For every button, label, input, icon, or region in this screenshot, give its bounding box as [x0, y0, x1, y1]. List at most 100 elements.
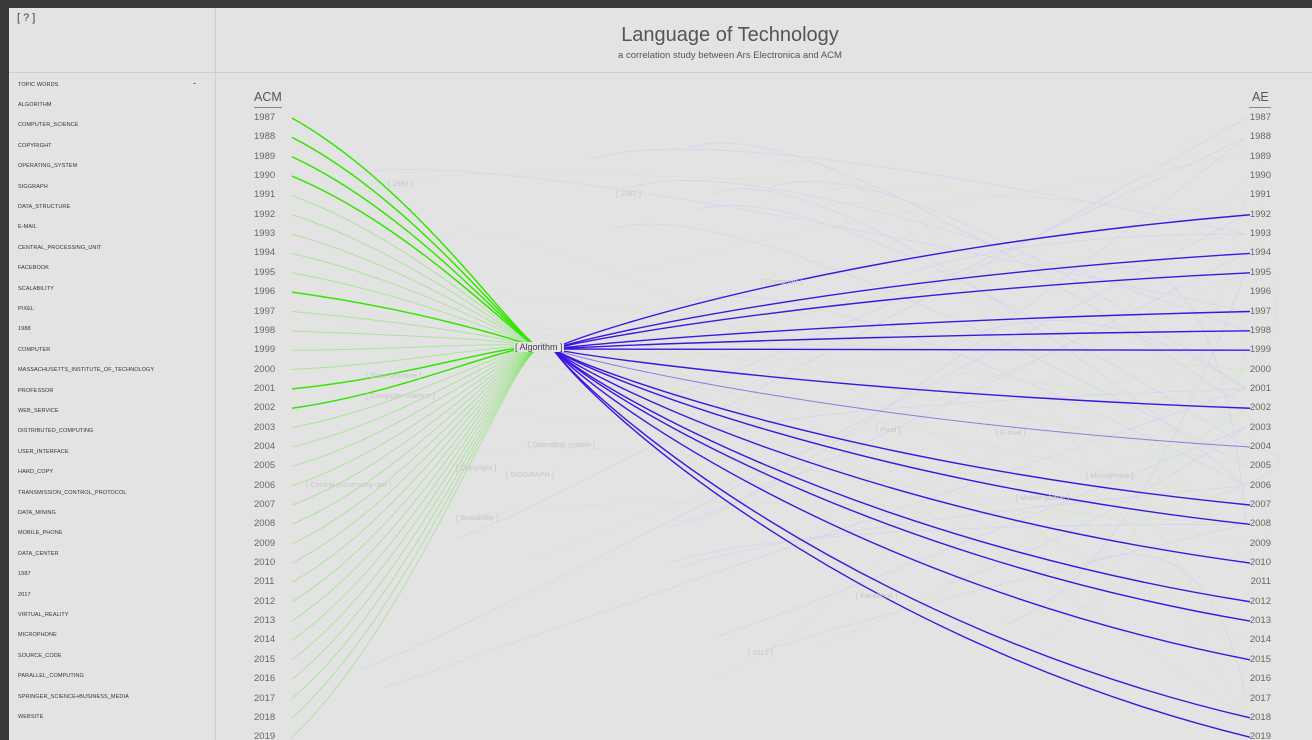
ae-link-1999[interactable] — [552, 348, 1251, 351]
focus-topic-label[interactable]: [ Algorithm ] — [514, 342, 564, 352]
ae-year-2000[interactable]: 2000 — [1241, 364, 1271, 375]
topic-item-parallel-computing[interactable]: PARALLEL_COMPUTING — [18, 673, 84, 679]
ae-year-1998[interactable]: 1998 — [1241, 325, 1271, 336]
acm-year-2014[interactable]: 2014 — [254, 634, 284, 645]
topic-item-1987[interactable]: 1987 — [18, 571, 31, 577]
acm-year-1992[interactable]: 1992 — [254, 209, 284, 220]
ae-year-1993[interactable]: 1993 — [1241, 228, 1271, 239]
acm-year-1990[interactable]: 1990 — [254, 170, 284, 181]
acm-year-2015[interactable]: 2015 — [254, 654, 284, 665]
topic-item-data-structure[interactable]: DATA_STRUCTURE — [18, 204, 70, 210]
topic-item-virtual-reality[interactable]: VIRTUAL_REALITY — [18, 612, 69, 618]
acm-year-1999[interactable]: 1999 — [254, 344, 284, 355]
acm-year-2012[interactable]: 2012 — [254, 596, 284, 607]
ae-year-1995[interactable]: 1995 — [1241, 267, 1271, 278]
acm-year-1994[interactable]: 1994 — [254, 247, 284, 258]
topic-item-massachusetts-institute-of-technology[interactable]: MASSACHUSETTS_INSTITUTE_OF_TECHNOLOGY — [18, 367, 154, 373]
acm-link-1995[interactable] — [291, 272, 542, 350]
topic-item-professor[interactable]: PROFESSOR — [18, 388, 53, 394]
topic-item-siggraph[interactable]: SIGGRAPH — [18, 184, 48, 190]
topic-item-web-service[interactable]: WEB_SERVICE — [18, 408, 59, 414]
ae-year-2002[interactable]: 2002 — [1241, 402, 1271, 413]
acm-year-1995[interactable]: 1995 — [254, 267, 284, 278]
acm-year-1987[interactable]: 1987 — [254, 112, 284, 123]
acm-year-2007[interactable]: 2007 — [254, 499, 284, 510]
ae-year-2011[interactable]: 2011 — [1241, 576, 1271, 587]
ae-year-1999[interactable]: 1999 — [1241, 344, 1271, 355]
ae-year-2014[interactable]: 2014 — [1241, 634, 1271, 645]
acm-year-1993[interactable]: 1993 — [254, 228, 284, 239]
topic-item-facebook[interactable]: FACEBOOK — [18, 265, 49, 271]
topic-item-copyright[interactable]: COPYRIGHT — [18, 143, 52, 149]
ae-year-2008[interactable]: 2008 — [1241, 518, 1271, 529]
ae-year-1990[interactable]: 1990 — [1241, 170, 1271, 181]
ae-year-1988[interactable]: 1988 — [1241, 131, 1271, 142]
topic-item-user-interface[interactable]: USER_INTERFACE — [18, 449, 69, 455]
ae-year-2013[interactable]: 2013 — [1241, 615, 1271, 626]
ae-year-2005[interactable]: 2005 — [1241, 460, 1271, 471]
ae-link-2015[interactable] — [552, 348, 1251, 661]
acm-link-2011[interactable] — [291, 348, 542, 583]
ae-year-1994[interactable]: 1994 — [1241, 247, 1271, 258]
topic-item-central-processing-unit[interactable]: CENTRAL_PROCESSING_UNIT — [18, 245, 102, 251]
ae-link-1994[interactable] — [552, 252, 1251, 350]
ae-year-2015[interactable]: 2015 — [1241, 654, 1271, 665]
ae-year-2007[interactable]: 2007 — [1241, 499, 1271, 510]
acm-year-2016[interactable]: 2016 — [254, 673, 284, 684]
ae-year-1989[interactable]: 1989 — [1241, 151, 1271, 162]
topic-item-springer-science-business-media[interactable]: SPRINGER_SCIENCE+BUSINESS_MEDIA — [18, 694, 129, 700]
ae-link-1997[interactable] — [552, 310, 1251, 350]
acm-year-2004[interactable]: 2004 — [254, 441, 284, 452]
acm-year-2006[interactable]: 2006 — [254, 480, 284, 491]
ae-year-2019[interactable]: 2019 — [1241, 731, 1271, 740]
acm-year-2000[interactable]: 2000 — [254, 364, 284, 375]
acm-year-2018[interactable]: 2018 — [254, 712, 284, 723]
acm-year-2019[interactable]: 2019 — [254, 731, 284, 740]
acm-year-1988[interactable]: 1988 — [254, 131, 284, 142]
ae-year-1987[interactable]: 1987 — [1241, 112, 1271, 123]
acm-year-1996[interactable]: 1996 — [254, 286, 284, 297]
ae-year-2017[interactable]: 2017 — [1241, 693, 1271, 704]
topic-item-scalability[interactable]: SCALABILITY — [18, 286, 54, 292]
acm-year-2017[interactable]: 2017 — [254, 693, 284, 704]
topic-item-2017[interactable]: 2017 — [18, 592, 31, 598]
acm-year-2002[interactable]: 2002 — [254, 402, 284, 413]
ae-year-2006[interactable]: 2006 — [1241, 480, 1271, 491]
ae-year-2001[interactable]: 2001 — [1241, 383, 1271, 394]
topic-item-1988[interactable]: 1988 — [18, 326, 31, 332]
topic-list-header[interactable]: TOPIC WORDS — [18, 82, 58, 88]
topic-item-data-center[interactable]: DATA_CENTER — [18, 551, 59, 557]
acm-year-2010[interactable]: 2010 — [254, 557, 284, 568]
topic-item-e-mail[interactable]: E-MAIL — [18, 224, 37, 230]
acm-year-2005[interactable]: 2005 — [254, 460, 284, 471]
topic-item-algorithm[interactable]: ALGORITHM — [18, 102, 52, 108]
topic-item-hard-copy[interactable]: HARD_COPY — [18, 469, 53, 475]
collapse-caret-icon[interactable]: - — [193, 78, 196, 88]
topic-item-mobile-phone[interactable]: MOBILE_PHONE — [18, 530, 63, 536]
acm-year-1998[interactable]: 1998 — [254, 325, 284, 336]
topic-item-transmission-control-protocol[interactable]: TRANSMISSION_CONTROL_PROTOCOL — [18, 490, 127, 496]
acm-year-2008[interactable]: 2008 — [254, 518, 284, 529]
topic-item-computer-science[interactable]: COMPUTER_SCIENCE — [18, 122, 79, 128]
ae-year-2012[interactable]: 2012 — [1241, 596, 1271, 607]
ae-year-1991[interactable]: 1991 — [1241, 189, 1271, 200]
topic-item-source-code[interactable]: SOURCE_CODE — [18, 653, 62, 659]
help-button[interactable]: [ ? ] — [17, 12, 35, 24]
acm-link-1994[interactable] — [291, 252, 542, 350]
ae-link-2008[interactable] — [552, 348, 1251, 526]
topic-item-website[interactable]: WEBSITE — [18, 714, 43, 720]
acm-year-2001[interactable]: 2001 — [254, 383, 284, 394]
acm-year-2013[interactable]: 2013 — [254, 615, 284, 626]
ae-year-2009[interactable]: 2009 — [1241, 538, 1271, 549]
ae-year-2003[interactable]: 2003 — [1241, 422, 1271, 433]
ae-year-1996[interactable]: 1996 — [1241, 286, 1271, 297]
ae-year-1992[interactable]: 1992 — [1241, 209, 1271, 220]
ae-year-2004[interactable]: 2004 — [1241, 441, 1271, 452]
acm-year-1991[interactable]: 1991 — [254, 189, 284, 200]
acm-year-1997[interactable]: 1997 — [254, 306, 284, 317]
ae-year-2016[interactable]: 2016 — [1241, 673, 1271, 684]
topic-item-microphone[interactable]: MICROPHONE — [18, 632, 57, 638]
topic-item-pixel[interactable]: PIXEL — [18, 306, 34, 312]
topic-item-operating-system[interactable]: OPERATING_SYSTEM — [18, 163, 77, 169]
ae-year-2018[interactable]: 2018 — [1241, 712, 1271, 723]
